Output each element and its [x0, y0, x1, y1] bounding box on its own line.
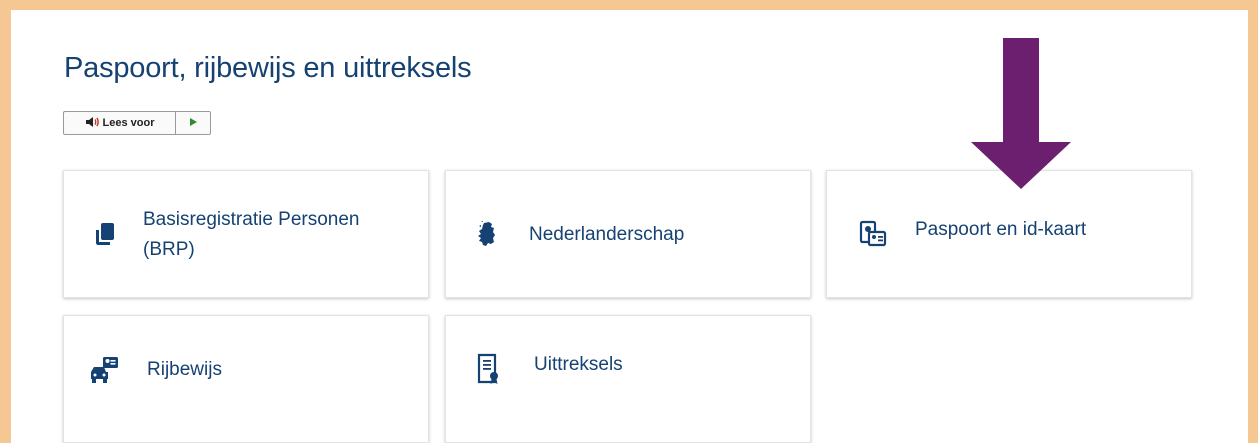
page-title: Paspoort, rijbewijs en uittreksels: [64, 52, 472, 84]
tile-uittreksels[interactable]: Uittreksels: [445, 315, 811, 443]
read-aloud-label: Lees voor: [102, 117, 155, 129]
passport-id-card-icon: [856, 218, 888, 250]
car-license-icon: [88, 354, 120, 386]
netherlands-map-icon: [470, 218, 502, 250]
tile-brp[interactable]: Basisregistratie Personen (BRP): [63, 170, 429, 298]
highlight-frame: Paspoort, rijbewijs en uittreksels Lees …: [0, 0, 1258, 443]
certificate-icon: [473, 352, 503, 386]
play-button[interactable]: [175, 112, 210, 134]
tile-nederlanderschap-label: Nederlanderschap: [529, 224, 685, 245]
play-icon: [188, 114, 198, 132]
tile-rijbewijs[interactable]: Rijbewijs: [63, 315, 429, 443]
annotation-arrow-icon: [971, 38, 1071, 189]
tile-brp-label: Basisregistratie Personen (BRP): [143, 209, 360, 260]
tile-rijbewijs-label: Rijbewijs: [147, 359, 222, 380]
content-panel: Paspoort, rijbewijs en uittreksels Lees …: [11, 10, 1248, 443]
read-aloud-widget: Lees voor: [63, 111, 211, 135]
tile-nederlanderschap[interactable]: Nederlanderschap: [445, 170, 811, 298]
tile-paspoort-id-kaart-label: Paspoort en id-kaart: [915, 219, 1087, 240]
read-aloud-button[interactable]: Lees voor: [64, 112, 175, 134]
documents-icon: [90, 220, 120, 250]
speaker-icon: [85, 116, 99, 131]
tile-uittreksels-label: Uittreksels: [534, 354, 623, 375]
